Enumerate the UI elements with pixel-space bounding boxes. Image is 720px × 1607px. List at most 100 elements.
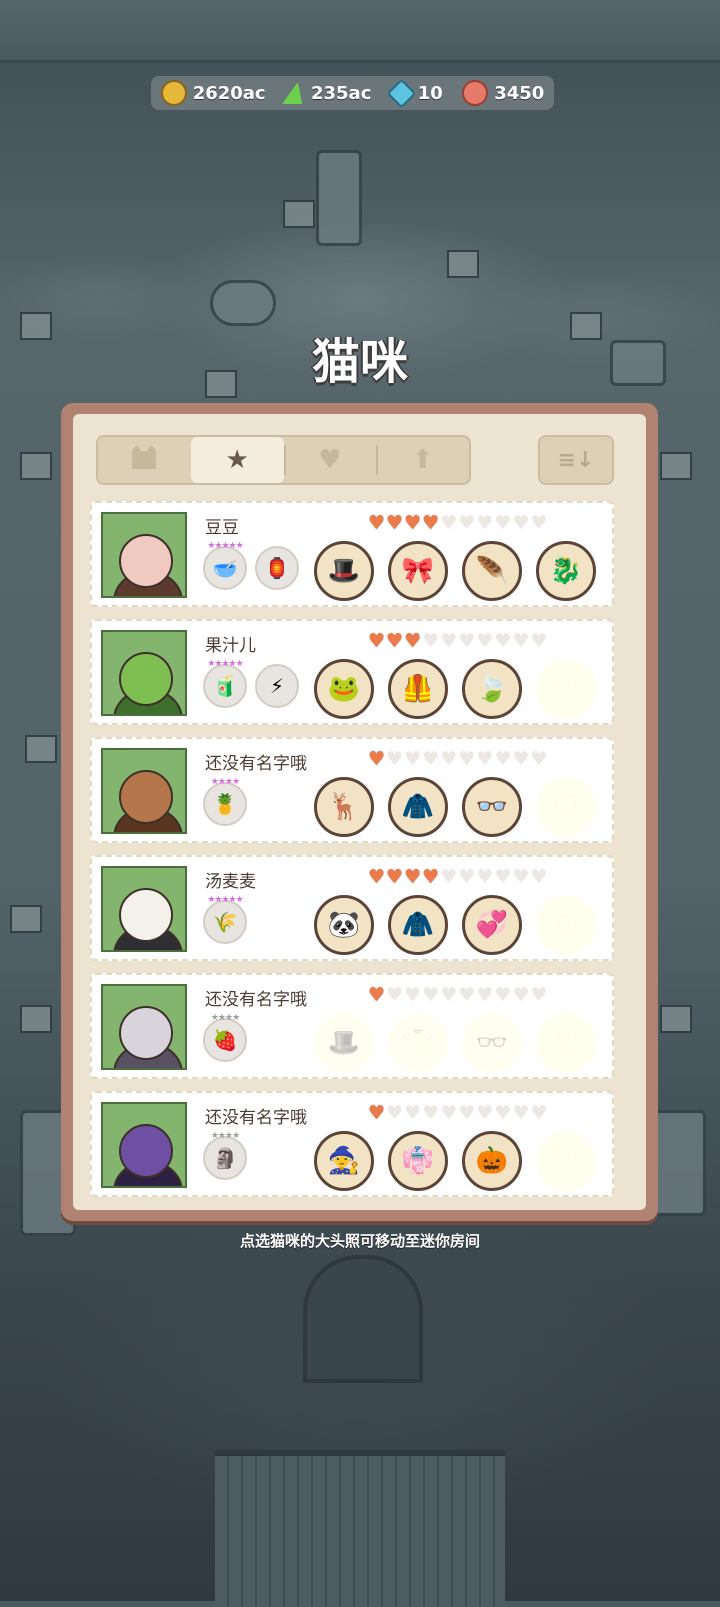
tab-stars[interactable]: ★ (190, 437, 284, 483)
cat-avatar[interactable] (101, 866, 187, 952)
outfit-item[interactable]: 🧥 (388, 777, 448, 837)
badge-stars: ★★★★★ (207, 541, 243, 551)
outfit-item[interactable]: 🎃 (462, 1131, 522, 1191)
outfit-item[interactable]: 🦌 (314, 777, 374, 837)
cat-avatar-head (119, 534, 173, 588)
heart-icon: ♥ (494, 512, 512, 534)
cat-badges: ★★★★ 🗿 (203, 1131, 247, 1180)
cat-avatar-head (119, 770, 173, 824)
yarn-counter[interactable]: 3450 (462, 80, 544, 106)
outfit-item[interactable]: 🐉 (536, 541, 596, 601)
affection-hearts: ♥ ♥ ♥ ♥ ♥ ♥ ♥ ♥ ♥ ♥ (368, 631, 547, 651)
badge-stars: ★★★★★ (207, 895, 243, 905)
affection-hearts: ♥ ♥ ♥ ♥ ♥ ♥ ♥ ♥ ♥ ♥ (368, 749, 547, 769)
favorite-food-badge[interactable]: ★★★★★ 🧃 (203, 659, 247, 708)
cat-name: 还没有名字哦 (205, 990, 307, 1010)
cat-card[interactable]: 汤麦麦 ♥ ♥ ♥ ♥ ♥ ♥ ♥ ♥ ♥ ♥ ★★★★★ 🌾 🐼 🧥 💞 🐱 (90, 855, 614, 961)
badge-icon: 🗿 (212, 1146, 238, 1170)
gems-counter[interactable]: 10 (386, 78, 443, 108)
outfit-item[interactable]: 🐼 (314, 895, 374, 955)
heart-icon: ♥ (368, 984, 386, 1006)
outfit-slots: 🎩 🎀 🪶 🐉 (314, 541, 596, 601)
outfit-item[interactable]: 👓 (462, 777, 522, 837)
outfit-item[interactable]: 🧙 (314, 1131, 374, 1191)
cat-card[interactable]: 还没有名字哦 ♥ ♥ ♥ ♥ ♥ ♥ ♥ ♥ ♥ ♥ ★★★★ 🗿 🧙 👘 🎃 🐱 (90, 1091, 614, 1197)
favorite-food-badge[interactable]: ★★★★ 🍍 (203, 777, 247, 826)
favorite-food-badge[interactable]: ★★★★★ 🥣 (203, 541, 247, 590)
cat-avatar-head (119, 1124, 173, 1178)
heart-icon: ♥ (386, 630, 404, 652)
cat-badges: ★★★★★ 🌾 (203, 895, 247, 944)
locked-slot[interactable]: 🐱 (536, 895, 596, 955)
outfit-item[interactable]: 🪶 (462, 541, 522, 601)
outfit-item[interactable]: 🧥 (388, 895, 448, 955)
locked-slot[interactable]: 🐱 (536, 659, 596, 719)
cat-name: 豆豆 (205, 518, 239, 538)
badge-icon: 🌾 (212, 910, 238, 934)
favorite-food-badge[interactable]: 🏮 (255, 546, 299, 590)
outfit-item[interactable]: 🎀 (388, 541, 448, 601)
cat-card[interactable]: 果汁儿 ♥ ♥ ♥ ♥ ♥ ♥ ♥ ♥ ♥ ♥ ★★★★★ 🧃 ⚡ 🐸 🦺 🍃 🐱 (90, 619, 614, 725)
heart-icon: ♥ (440, 512, 458, 534)
heart-icon: ♥ (530, 1102, 548, 1124)
energy-counter[interactable]: 235ac (282, 82, 371, 104)
empty-glasses-slot[interactable]: 👓 (462, 1013, 522, 1073)
badge-stars: ★★★★★ (207, 659, 243, 669)
footer-tip: 点选猫咪的大头照可移动至迷你房间 (239, 1232, 480, 1250)
heart-icon: ♥ (530, 630, 548, 652)
background-sign (20, 452, 52, 480)
heart-icon: ♥ (404, 748, 422, 770)
cat-avatar[interactable] (101, 512, 187, 598)
outfit-item[interactable]: 🎩 (314, 541, 374, 601)
tab-hearts[interactable]: ♥ (283, 437, 377, 483)
heart-icon: ♥ (476, 630, 494, 652)
background-sign (20, 1005, 52, 1033)
locked-slot[interactable]: 🐱 (536, 1013, 596, 1073)
lightning-icon (282, 82, 308, 104)
cat-avatar[interactable] (101, 1102, 187, 1188)
currency-bar: 2620ac 235ac 10 3450 (151, 76, 554, 110)
sort-button[interactable]: ≡↓ (538, 435, 614, 485)
cat-avatar[interactable] (101, 748, 187, 834)
yarn-icon (462, 80, 489, 106)
outfit-slots: 🧙 👘 🎃 🐱 (314, 1131, 596, 1191)
outfit-item[interactable]: 🐸 (314, 659, 374, 719)
outfit-item[interactable]: 💞 (462, 895, 522, 955)
outfit-item[interactable]: 🍃 (462, 659, 522, 719)
heart-icon: ♥ (494, 1102, 512, 1124)
yarn-value: 3450 (494, 82, 545, 104)
heart-icon: ♥ (422, 512, 440, 534)
badge-icon: 🧃 (212, 674, 238, 698)
favorite-food-badge[interactable]: ★★★★★ 🌾 (203, 895, 247, 944)
heart-icon: ♥ (440, 748, 458, 770)
cat-avatar[interactable] (101, 630, 187, 716)
favorite-food-badge[interactable]: ★★★★ 🍓 (203, 1013, 247, 1062)
locked-slot[interactable]: 🐱 (536, 777, 596, 837)
outfit-item[interactable]: 🦺 (388, 659, 448, 719)
cat-name: 还没有名字哦 (205, 1108, 307, 1128)
outfit-slots: 🐸 🦺 🍃 🐱 (314, 659, 596, 719)
heart-icon: ♥ (494, 748, 512, 770)
cat-card[interactable]: 还没有名字哦 ♥ ♥ ♥ ♥ ♥ ♥ ♥ ♥ ♥ ♥ ★★★★ 🍓 🎩 👕 👓 🐱 (90, 973, 614, 1079)
empty-hat-slot[interactable]: 🎩 (314, 1013, 374, 1073)
favorite-food-badge[interactable]: ⚡ (255, 664, 299, 708)
cat-avatar[interactable] (101, 984, 187, 1070)
empty-shirt-slot[interactable]: 👕 (388, 1013, 448, 1073)
background-prop (650, 1110, 706, 1216)
tab-arrow-up[interactable]: ⬆ (376, 437, 469, 483)
heart-icon: ♥ (530, 748, 548, 770)
coins-counter[interactable]: 2620ac (160, 80, 266, 106)
heart-icon: ♥ (512, 748, 530, 770)
background-sign (10, 905, 42, 933)
locked-slot[interactable]: 🐱 (536, 1131, 596, 1191)
outfit-item[interactable]: 👘 (388, 1131, 448, 1191)
tab-all-cats[interactable] (98, 437, 191, 483)
background-prop (210, 280, 276, 326)
heart-icon: ♥ (422, 984, 440, 1006)
cat-name: 还没有名字哦 (205, 754, 307, 774)
star-icon: ★ (225, 445, 249, 475)
cat-card[interactable]: 豆豆 ♥ ♥ ♥ ♥ ♥ ♥ ♥ ♥ ♥ ♥ ★★★★★ 🥣 🏮 🎩 🎀 🪶 🐉 (90, 501, 614, 607)
favorite-food-badge[interactable]: ★★★★ 🗿 (203, 1131, 247, 1180)
badge-stars: ★★★★ (210, 1131, 240, 1141)
cat-card[interactable]: 还没有名字哦 ♥ ♥ ♥ ♥ ♥ ♥ ♥ ♥ ♥ ♥ ★★★★ 🍍 🦌 🧥 👓 🐱 (90, 737, 614, 843)
